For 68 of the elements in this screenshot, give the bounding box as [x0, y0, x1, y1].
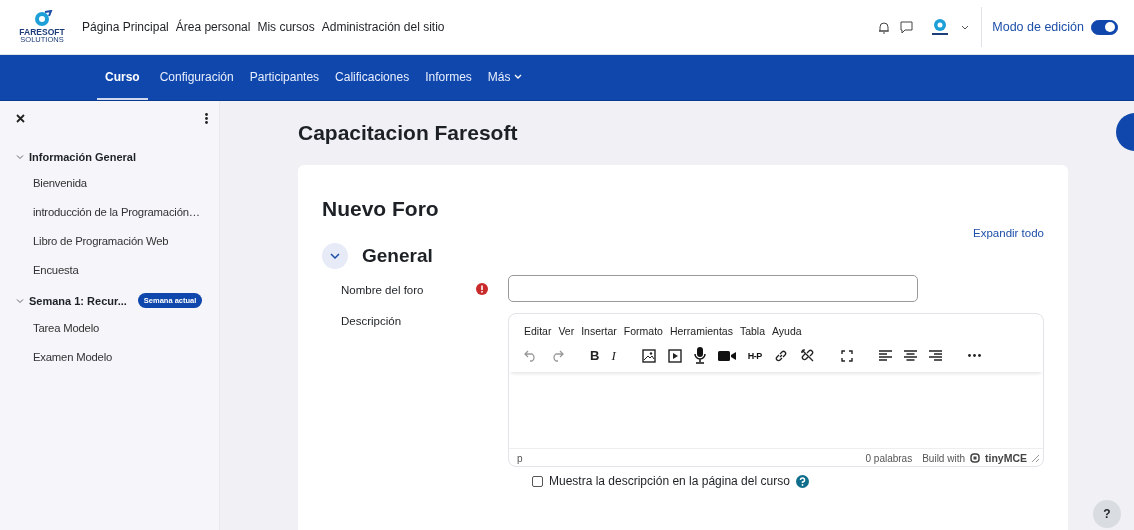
sidebar-item[interactable]: Tarea Modelo — [33, 322, 100, 334]
bold-button[interactable]: B — [590, 348, 600, 363]
course-title: Capacitacion Faresoft — [298, 121, 519, 145]
credit-text: Build with — [922, 452, 965, 464]
section-title[interactable]: Información General — [29, 151, 136, 163]
section-heading: General — [362, 245, 433, 267]
logo-icon — [970, 453, 980, 463]
chevron-down-icon — [513, 74, 522, 79]
editor-menu-item[interactable]: Tabla — [739, 325, 766, 337]
editor-menu-item[interactable]: Ayuda — [772, 325, 802, 337]
form-title: Nuevo Foro — [322, 197, 440, 221]
edit-mode-label: Modo de edición — [992, 20, 1084, 34]
field-label: Nombre del foro — [341, 283, 425, 296]
course-tab[interactable]: Calificaciones — [327, 55, 418, 100]
media-icon[interactable] — [667, 348, 682, 363]
editor-menu-item[interactable]: Herramientas — [669, 325, 733, 337]
link-icon[interactable] — [773, 348, 788, 363]
checkbox[interactable] — [532, 475, 543, 487]
edit-mode-toggle[interactable] — [1091, 19, 1118, 35]
course-tab[interactable]: Participantes — [241, 55, 328, 100]
more-icon[interactable] — [967, 354, 981, 357]
sidebar-item[interactable]: Encuesta — [33, 264, 79, 276]
microphone-icon[interactable] — [693, 347, 706, 364]
nav-link[interactable]: Mis cursos — [257, 20, 315, 34]
nav-link[interactable]: Página Principal — [82, 20, 169, 34]
course-tab[interactable]: Más — [479, 55, 530, 100]
italic-button[interactable]: I — [611, 347, 616, 364]
fullscreen-icon[interactable] — [840, 349, 853, 362]
help-button[interactable]: ? — [1093, 500, 1121, 528]
brand-link[interactable]: tinyMCE — [985, 452, 1027, 464]
unlink-icon[interactable] — [799, 348, 815, 363]
chat-icon[interactable] — [900, 20, 914, 34]
editor-menu-item[interactable]: Insertar — [581, 325, 617, 337]
chevron-down-icon — [330, 253, 340, 259]
editor-menu-item[interactable]: Editar — [524, 325, 552, 337]
chevron-down-icon[interactable] — [961, 24, 970, 30]
nav-link[interactable]: Administración del sitio — [321, 20, 445, 34]
align-right-icon[interactable] — [928, 350, 942, 361]
word-count[interactable]: 0 palabras — [865, 452, 913, 464]
image-icon[interactable] — [641, 348, 656, 363]
redo-icon[interactable] — [550, 349, 564, 362]
course-tab[interactable]: Configuración — [151, 55, 242, 100]
h5p-button[interactable]: H-P — [747, 350, 762, 361]
course-tab[interactable]: Informes — [417, 55, 480, 100]
sidebar-item[interactable]: Bienvenida — [33, 177, 87, 189]
resize-handle-icon[interactable] — [1032, 454, 1039, 462]
bell-icon[interactable] — [878, 20, 891, 34]
sidebar-item[interactable]: Libro de Programación Web — [33, 235, 169, 247]
element-path[interactable]: p — [517, 452, 523, 464]
more-options-icon[interactable] — [205, 113, 208, 124]
expand-all-link[interactable]: Expandir todo — [973, 227, 1044, 239]
collapse-button[interactable] — [322, 243, 348, 269]
checkbox-label: Muestra la descripción en la página del curso — [549, 474, 790, 488]
help-icon[interactable] — [795, 474, 809, 488]
field-label: Descripción — [341, 315, 403, 327]
section-title[interactable]: Semana 1: Recur... — [29, 294, 127, 307]
editor-menu-item[interactable]: Ver — [558, 325, 575, 337]
undo-icon[interactable] — [524, 349, 538, 362]
nav-link[interactable]: Área personal — [175, 20, 251, 34]
sidebar-item[interactable]: introducción de la Programación… — [33, 206, 200, 218]
editor-menu-item[interactable]: Formato — [623, 325, 663, 337]
close-icon[interactable] — [16, 114, 25, 123]
align-left-icon[interactable] — [878, 350, 892, 361]
align-center-icon[interactable] — [903, 350, 917, 361]
logo-name: FARESOFT — [19, 27, 65, 37]
forum-name-input[interactable] — [508, 275, 918, 302]
sidebar-item[interactable]: Examen Modelo — [33, 351, 113, 363]
video-camera-icon[interactable] — [717, 349, 736, 362]
